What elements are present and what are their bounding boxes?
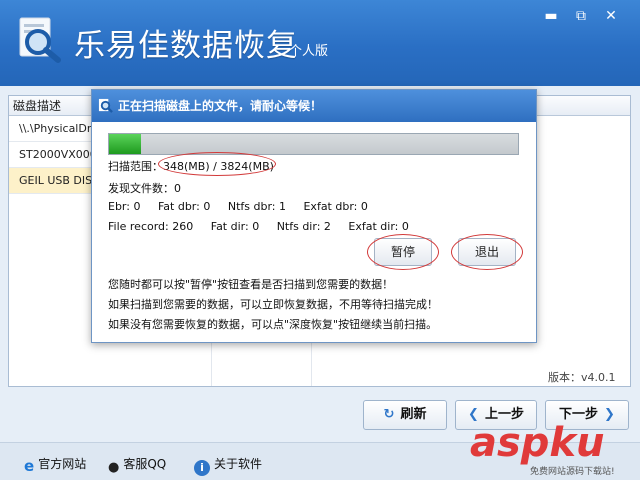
edition-label: 个人版 (289, 44, 329, 59)
stat-exfat-dbr: Exfat dbr: 0 (303, 200, 368, 213)
about-label: 关于软件 (214, 457, 263, 471)
refresh-button[interactable]: ↻ 刷新 (363, 400, 447, 430)
highlight-annotation (367, 234, 439, 270)
qq-label: 客服QQ (123, 457, 167, 471)
site-watermark: aspku 免费网站源码下载站! (470, 420, 640, 480)
found-files-line: 发现文件数：0 (108, 180, 181, 196)
stat-fat-dir: Fat dir: 0 (210, 220, 260, 233)
scan-range-label: 扫描范围： (108, 160, 163, 173)
hint-line: 如果没有您需要恢复的数据，可以点"深度恢复"按钮继续当前扫描。 (108, 318, 438, 331)
about-link[interactable]: i 关于软件 (194, 455, 262, 476)
maximize-button[interactable]: ⧉ (568, 6, 594, 26)
stat-ntfs-dbr: Ntfs dbr: 1 (227, 200, 286, 213)
website-label: 官方网站 (38, 457, 87, 471)
stat-ntfs-dir: Ntfs dir: 2 (276, 220, 331, 233)
highlight-annotation (158, 152, 276, 176)
watermark-brand: aspku (470, 420, 605, 466)
hint-line: 如果扫描到您需要的数据，可以立即恢复数据，不用等待扫描完成！ (108, 298, 438, 311)
found-files-label: 发现文件数： (108, 182, 174, 195)
watermark-subtitle: 免费网站源码下载站! (530, 467, 615, 477)
stat-exfat-dir: Exfat dir: 0 (348, 220, 409, 233)
website-link[interactable]: e 官方网站 (24, 455, 87, 475)
refresh-icon: ↻ (383, 407, 395, 422)
highlight-annotation (451, 234, 523, 270)
close-button[interactable]: ✕ (598, 6, 624, 26)
version-label: 版本：v4.0.1 (548, 371, 616, 384)
ie-browser-icon: e (24, 457, 35, 475)
found-files-value: 0 (174, 182, 181, 195)
stats-line-2: File record: 260 Fat dir: 0 Ntfs dir: 2 … (108, 220, 423, 233)
scan-progress-fill (109, 134, 141, 154)
scan-progress-dialog: 正在扫描磁盘上的文件，请耐心等候！ 扫描范围：348(MB) / 3824(MB… (91, 89, 537, 343)
title-bar: 乐易佳数据恢复 个人版 ▬ ⧉ ✕ (0, 0, 640, 86)
info-icon: i (194, 460, 210, 476)
refresh-label: 刷新 (400, 407, 427, 422)
qq-support-link[interactable]: ● 客服QQ (108, 455, 166, 476)
qq-penguin-icon: ● (108, 460, 120, 475)
stat-fat-dbr: Fat dbr: 0 (157, 200, 211, 213)
scan-progress-bar (108, 133, 519, 155)
app-logo-icon (19, 17, 61, 63)
stat-ebr: Ebr: 0 (108, 200, 141, 213)
app-title: 乐易佳数据恢复 (74, 28, 298, 64)
hint-line: 您随时都可以按"暂停"按钮查看是否扫描到您需要的数据！ (108, 278, 394, 291)
dialog-title: 正在扫描磁盘上的文件，请耐心等候！ (118, 99, 323, 113)
stats-line-1: Ebr: 0 Fat dbr: 0 Ntfs dbr: 1 Exfat dbr:… (108, 200, 382, 213)
magnifier-icon (98, 98, 113, 113)
dialog-title-bar: 正在扫描磁盘上的文件，请耐心等候！ (92, 90, 536, 122)
minimize-button[interactable]: ▬ (538, 6, 564, 26)
stat-file-record: File record: 260 (108, 220, 194, 233)
